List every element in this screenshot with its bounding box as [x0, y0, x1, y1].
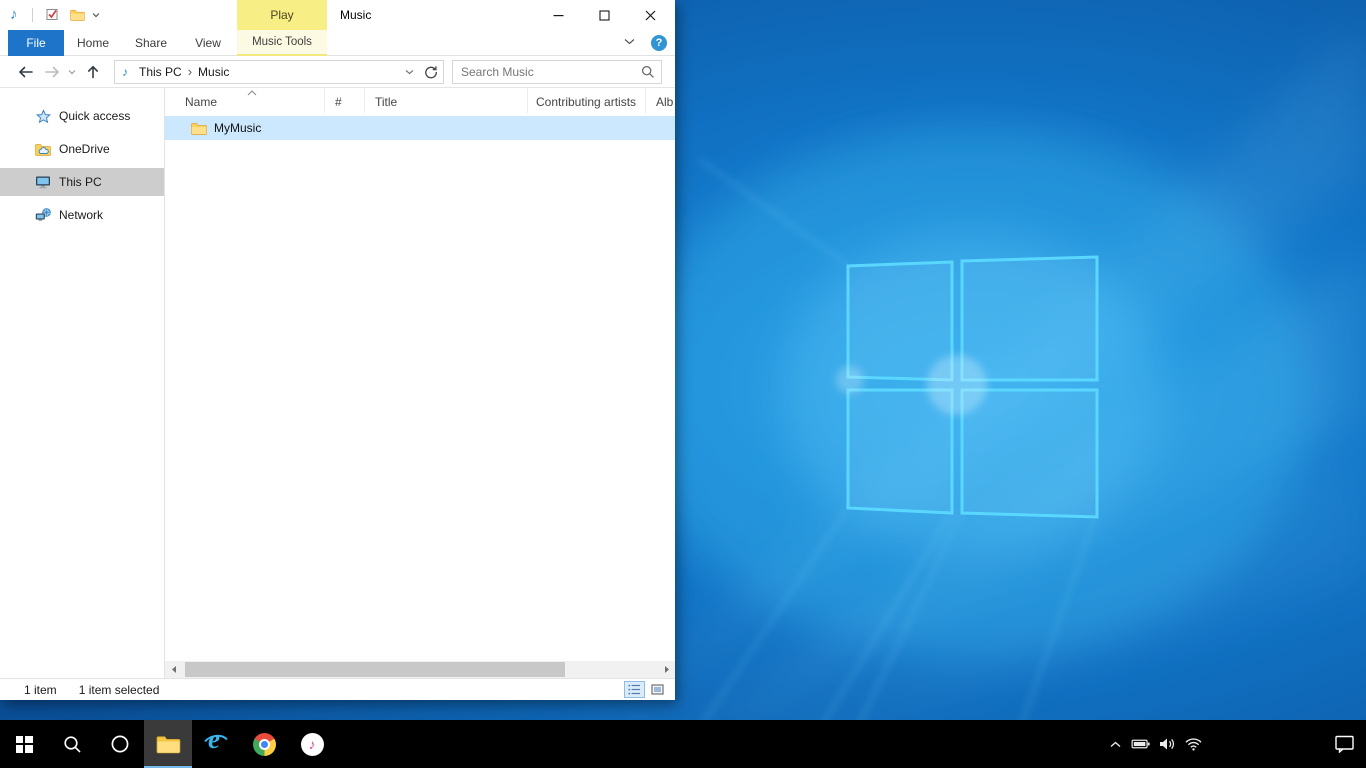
- system-tray: [1102, 720, 1366, 768]
- expand-ribbon-chevron-icon[interactable]: [624, 38, 635, 45]
- file-name: MyMusic: [214, 121, 261, 135]
- file-rows[interactable]: MyMusic: [165, 113, 675, 661]
- qat-properties-icon[interactable]: [46, 8, 59, 21]
- sidebar-item-label: OneDrive: [59, 142, 110, 156]
- cortana-circle-icon: [110, 734, 130, 754]
- large-icons-view-button[interactable]: [647, 681, 668, 698]
- scroll-right-arrow-icon[interactable]: [658, 661, 675, 678]
- file-explorer-icon: [156, 734, 181, 754]
- tab-file[interactable]: File: [8, 30, 64, 56]
- location-music-icon: ♪: [122, 65, 128, 79]
- forward-button[interactable]: [40, 58, 64, 86]
- taskbar: e ♪: [0, 720, 1366, 768]
- sort-ascending-icon: [247, 90, 257, 96]
- sidebar-item-network[interactable]: Network: [0, 201, 164, 229]
- show-hidden-icons-chevron-icon[interactable]: [1102, 720, 1128, 768]
- minimize-button[interactable]: [535, 0, 581, 30]
- tab-view[interactable]: View: [186, 30, 230, 56]
- windows-logo-icon: [16, 736, 33, 753]
- search-icon[interactable]: [635, 65, 661, 79]
- refresh-button[interactable]: [419, 65, 443, 79]
- taskbar-file-explorer-button[interactable]: [144, 720, 192, 768]
- qat-new-folder-icon[interactable]: [70, 9, 85, 21]
- chrome-icon: [253, 733, 276, 756]
- internet-explorer-icon: e: [203, 731, 229, 757]
- scroll-left-arrow-icon[interactable]: [165, 661, 182, 678]
- column-header-contributing-artists[interactable]: Contributing artists: [528, 88, 646, 113]
- column-header-album[interactable]: Alb: [646, 88, 675, 113]
- scrollbar-track[interactable]: [182, 661, 658, 678]
- column-header-number[interactable]: #: [325, 88, 365, 113]
- window-controls: [535, 0, 673, 30]
- address-dropdown-chevron-icon[interactable]: [399, 69, 419, 75]
- action-center-button[interactable]: [1322, 720, 1366, 768]
- folder-icon: [191, 122, 207, 135]
- recent-locations-chevron-icon[interactable]: [64, 58, 80, 86]
- search-box: [452, 60, 662, 84]
- tab-home[interactable]: Home: [70, 30, 116, 56]
- qat-customize-chevron-icon[interactable]: [92, 12, 100, 18]
- view-toggle-buttons: [622, 681, 668, 698]
- window-title: Music: [340, 0, 371, 30]
- onedrive-icon: [34, 143, 52, 156]
- breadcrumb-music[interactable]: Music: [193, 61, 234, 83]
- items-count: 1 item: [24, 683, 57, 697]
- file-row-mymusic[interactable]: MyMusic: [165, 116, 675, 140]
- back-button[interactable]: [10, 58, 40, 86]
- internet-explorer-button[interactable]: e: [192, 720, 240, 768]
- sidebar-item-label: This PC: [59, 175, 102, 189]
- action-center-icon: [1335, 735, 1354, 753]
- start-button[interactable]: [0, 720, 48, 768]
- itunes-button[interactable]: ♪: [288, 720, 336, 768]
- maximize-button[interactable]: [581, 0, 627, 30]
- column-header-title[interactable]: Title: [365, 88, 528, 113]
- taskbar-empty-space: [336, 720, 1102, 768]
- up-button[interactable]: [80, 58, 106, 86]
- cortana-button[interactable]: [96, 720, 144, 768]
- wifi-network-icon[interactable]: [1180, 720, 1206, 768]
- breadcrumb-this-pc[interactable]: This PC: [134, 61, 187, 83]
- status-bar: 1 item 1 item selected: [0, 678, 675, 700]
- file-list-pane: Name # Title Contributing artists Alb My…: [165, 88, 675, 678]
- tab-share[interactable]: Share: [128, 30, 174, 56]
- qat-separator: [32, 8, 33, 22]
- close-button[interactable]: [627, 0, 673, 30]
- sidebar-item-this-pc[interactable]: This PC: [0, 168, 164, 196]
- horizontal-scrollbar[interactable]: [165, 661, 675, 678]
- contextual-tab-play[interactable]: Play: [237, 0, 327, 30]
- sidebar-item-label: Network: [59, 208, 103, 222]
- taskbar-search-button[interactable]: [48, 720, 96, 768]
- chrome-button[interactable]: [240, 720, 288, 768]
- contextual-tab-play-label: Play: [270, 8, 293, 22]
- app-music-note-icon: ♪: [10, 6, 18, 23]
- sidebar-item-quick-access[interactable]: Quick access: [0, 102, 164, 130]
- this-pc-monitor-icon: [34, 175, 52, 189]
- volume-icon[interactable]: [1154, 720, 1180, 768]
- scrollbar-thumb[interactable]: [185, 662, 565, 677]
- column-header-name[interactable]: Name: [165, 88, 325, 113]
- titlebar[interactable]: ♪ Play Music: [0, 0, 675, 30]
- navigation-toolbar: ♪ This PC › Music: [0, 56, 675, 88]
- selection-count: 1 item selected: [79, 683, 160, 697]
- tab-music-tools[interactable]: Music Tools: [237, 30, 327, 56]
- address-bar[interactable]: ♪ This PC › Music: [114, 60, 444, 84]
- network-icon: [34, 208, 52, 222]
- navigation-pane: Quick access OneDrive This PC Network: [0, 88, 165, 678]
- sidebar-item-label: Quick access: [59, 109, 130, 123]
- itunes-icon: ♪: [301, 733, 324, 756]
- sidebar-item-onedrive[interactable]: OneDrive: [0, 135, 164, 163]
- details-view-button[interactable]: [624, 681, 645, 698]
- search-icon: [63, 735, 82, 754]
- search-input[interactable]: [453, 65, 635, 79]
- explorer-main: Quick access OneDrive This PC Network: [0, 88, 675, 678]
- ribbon-tab-row: File Home Share View Music Tools ?: [0, 30, 675, 56]
- battery-icon[interactable]: [1128, 720, 1154, 768]
- column-headers: Name # Title Contributing artists Alb: [165, 88, 675, 113]
- help-button[interactable]: ?: [651, 35, 667, 51]
- file-explorer-window: ♪ Play Music: [0, 0, 675, 700]
- quick-access-star-icon: [34, 109, 52, 124]
